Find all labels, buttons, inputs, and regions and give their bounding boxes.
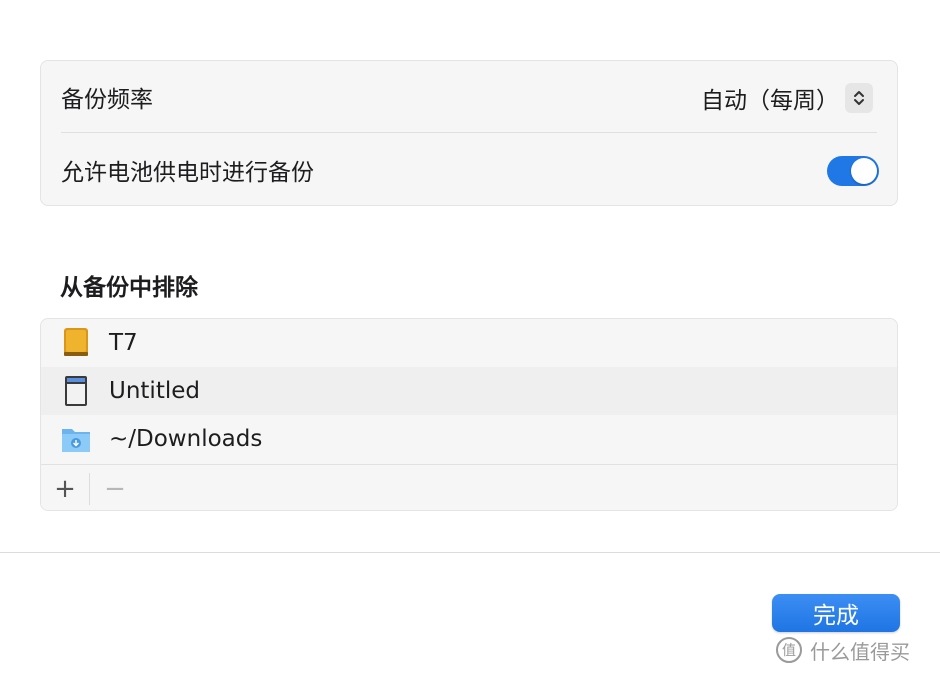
exclude-section-title: 从备份中排除 bbox=[60, 275, 198, 301]
up-down-chevron-icon[interactable] bbox=[845, 83, 873, 113]
toggle-knob bbox=[851, 158, 877, 184]
footer-separator bbox=[0, 552, 940, 553]
backup-frequency-value: 自动（每周） bbox=[701, 88, 839, 114]
list-footer: + − bbox=[41, 464, 897, 510]
watermark: 值 什么值得买 bbox=[776, 632, 936, 668]
list-item[interactable]: ~/Downloads bbox=[41, 415, 897, 463]
battery-backup-label: 允许电池供电时进行备份 bbox=[61, 160, 314, 186]
backup-frequency-label: 备份频率 bbox=[61, 87, 153, 113]
battery-backup-toggle[interactable] bbox=[827, 156, 879, 186]
watermark-text: 什么值得买 bbox=[810, 639, 910, 664]
exclude-list: T7 Untitled ~/Downloads + − bbox=[40, 318, 898, 511]
sd-card-icon bbox=[59, 375, 93, 407]
list-item-label: T7 bbox=[109, 330, 138, 356]
list-item[interactable]: Untitled bbox=[41, 367, 897, 415]
footer-divider bbox=[89, 473, 90, 505]
external-drive-icon bbox=[59, 327, 93, 359]
watermark-logo-icon: 值 bbox=[776, 637, 802, 663]
backup-settings-group: 备份频率 自动（每周） 允许电池供电时进行备份 bbox=[40, 60, 898, 206]
remove-button[interactable]: − bbox=[91, 465, 139, 510]
done-button[interactable]: 完成 bbox=[772, 594, 900, 632]
backup-frequency-popup[interactable]: 自动（每周） bbox=[701, 81, 873, 115]
battery-backup-row: 允许电池供电时进行备份 bbox=[41, 134, 897, 206]
add-button[interactable]: + bbox=[41, 465, 89, 510]
list-item[interactable]: T7 bbox=[41, 319, 897, 367]
row-divider bbox=[61, 132, 877, 133]
list-item-label: ~/Downloads bbox=[109, 426, 263, 452]
backup-frequency-row: 备份频率 自动（每周） bbox=[41, 61, 897, 133]
downloads-folder-icon bbox=[59, 423, 93, 455]
list-item-label: Untitled bbox=[109, 378, 200, 404]
